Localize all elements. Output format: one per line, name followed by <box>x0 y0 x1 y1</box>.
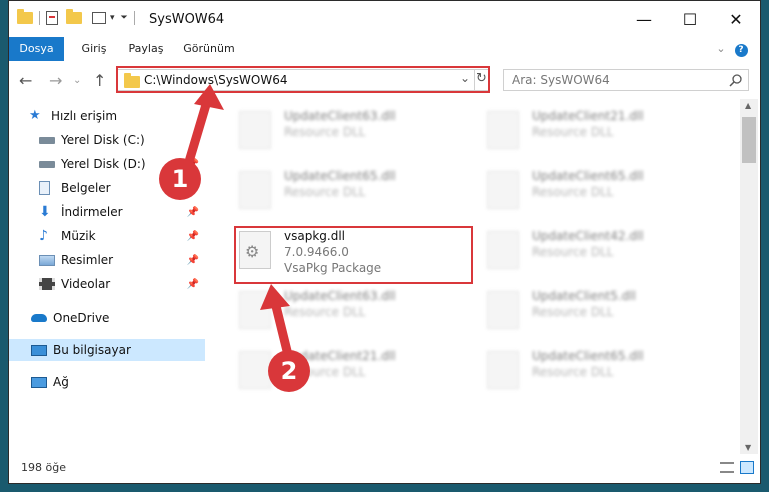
annotation-badge-2: 2 <box>268 350 310 392</box>
annotation-arrow-1 <box>183 84 293 360</box>
annotation-badge-1: 1 <box>159 158 201 200</box>
